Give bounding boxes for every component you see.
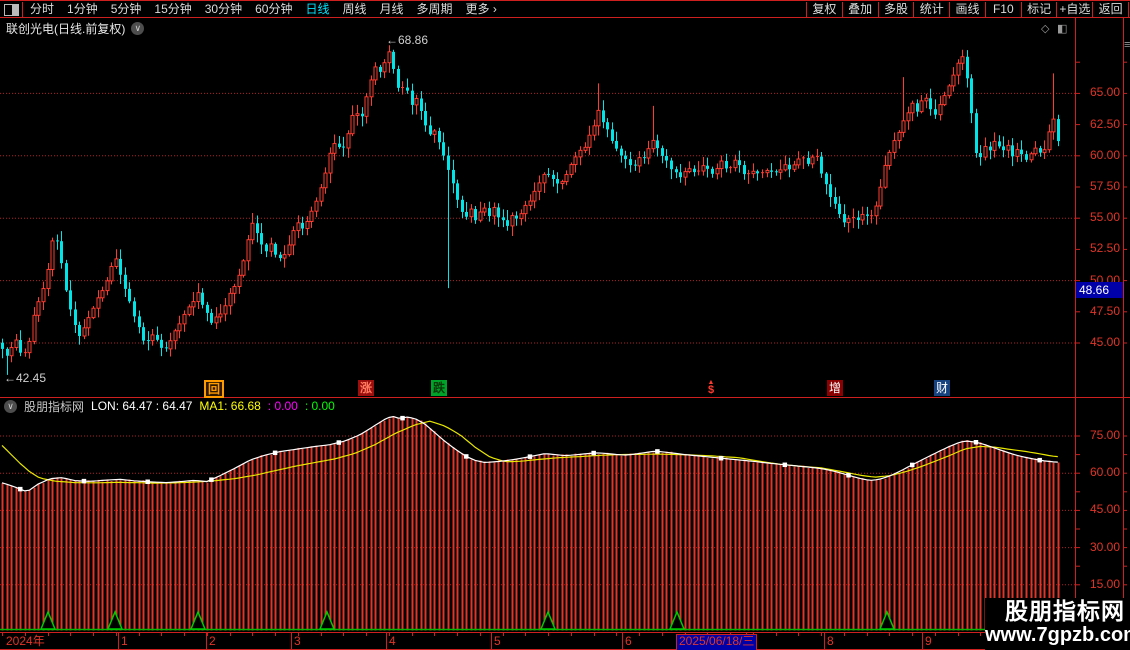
low-annotation: ←42.45 xyxy=(4,371,47,385)
chart-marker-回[interactable]: 回 xyxy=(204,380,224,398)
watermark-line1: 股朋指标网 xyxy=(1005,598,1125,624)
period-tab-60分钟[interactable]: 60分钟 xyxy=(255,2,292,17)
high-annotation: ←68.86 xyxy=(386,33,429,47)
month-divider xyxy=(386,632,387,649)
price-label: 57.50 xyxy=(1089,179,1120,193)
price-label: 65.00 xyxy=(1089,85,1120,100)
selected-date-box: 2025/06/18/三 xyxy=(676,634,758,650)
chart-marker-跌[interactable]: 跌 xyxy=(431,380,447,396)
action-button-返回[interactable]: 返回 xyxy=(1092,2,1130,17)
diamond-icon[interactable]: ◇ xyxy=(1041,24,1049,35)
action-button-多股[interactable]: 多股 xyxy=(877,2,914,17)
toolbar-divider xyxy=(22,2,23,17)
action-button-F10[interactable]: F10 xyxy=(984,2,1021,17)
right-strip-border xyxy=(1123,17,1124,650)
price-label: 52.50 xyxy=(1089,241,1120,256)
action-buttons: 复权 叠加 多股 统计 画线 F10 标记 +自选 返回 xyxy=(806,2,1130,17)
month-divider xyxy=(291,632,292,649)
period-tab-15分钟[interactable]: 15分钟 xyxy=(154,2,191,17)
date-label: 2024年 xyxy=(6,634,45,648)
price-label: 55.00 xyxy=(1089,210,1120,225)
indicator-label: 30.00 xyxy=(1089,539,1120,554)
last-price-tag: 48.66 xyxy=(1076,282,1123,298)
period-tab-分时[interactable]: 分时 xyxy=(30,2,54,17)
page-title: 联创光电(日线.前复权) xyxy=(6,21,126,36)
period-tab-月线[interactable]: 月线 xyxy=(380,2,404,17)
indicator-value: : 0.00 xyxy=(304,399,335,413)
chart-marker-$[interactable]: ▲ $ xyxy=(703,379,719,396)
date-label: 8 xyxy=(827,634,834,648)
period-tab-1分钟[interactable]: 1分钟 xyxy=(67,2,98,17)
indicator-header: ∨ 股朋指标网 LON: 64.47 : 64.47 MA1: 66.68 : 0.0… xyxy=(4,399,335,414)
action-button-复权[interactable]: 复权 xyxy=(806,2,842,17)
price-label: 62.50 xyxy=(1089,116,1120,131)
indicator-value: 股朋指标网 xyxy=(24,399,85,414)
indicator-label: 60.00 xyxy=(1089,465,1120,480)
period-tab-5分钟[interactable]: 5分钟 xyxy=(111,2,142,17)
date-axis-top-border xyxy=(0,632,1130,633)
date-label: 9 xyxy=(925,634,932,648)
action-button-统计[interactable]: 统计 xyxy=(913,2,949,17)
period-tab-更多 ›[interactable]: 更多 › xyxy=(466,2,497,17)
chart-marker-涨[interactable]: 涨 xyxy=(358,380,374,396)
month-divider xyxy=(922,632,923,649)
action-button-+自选[interactable]: +自选 xyxy=(1056,2,1092,17)
date-label: 3 xyxy=(294,634,301,648)
chart-marker-财[interactable]: 财 xyxy=(934,380,950,396)
app-window: 分时 1分钟 5分钟 15分钟 30分钟 60分钟 日线 周线 月线 多周期 更多 › 复权 叠加 多股… xyxy=(0,0,1130,650)
price-label: 45.00 xyxy=(1089,335,1120,349)
axis-border xyxy=(1075,17,1076,650)
window-split-icon[interactable] xyxy=(4,4,19,16)
month-divider xyxy=(206,632,207,649)
date-label: 6 xyxy=(625,634,632,648)
indicator-label: 75.00 xyxy=(1089,428,1120,442)
indicator-value: LON: 64.47 : 64.47 xyxy=(91,399,193,413)
period-tab-周线[interactable]: 周线 xyxy=(342,2,366,17)
date-label: 1 xyxy=(121,634,128,648)
period-tab-日线[interactable]: 日线 xyxy=(305,2,329,17)
panel-separator xyxy=(0,397,1130,398)
chart-marker-增[interactable]: 增 xyxy=(827,380,843,396)
menu-icon[interactable]: ≡ xyxy=(1124,40,1130,51)
month-divider xyxy=(824,632,825,649)
chart-canvas[interactable] xyxy=(0,0,1130,650)
watermark: 股朋指标网 www.7gpzb.com xyxy=(985,598,1130,650)
indicator-label: 45.00 xyxy=(1089,502,1120,517)
chevron-down-icon[interactable]: ∨ xyxy=(4,399,17,413)
month-divider xyxy=(622,632,623,649)
toolbar-bottom-border xyxy=(0,17,1130,18)
date-label: 5 xyxy=(494,634,501,648)
chevron-down-icon[interactable]: ∨ xyxy=(131,21,145,35)
month-divider xyxy=(118,632,119,649)
indicator-label: 15.00 xyxy=(1089,576,1120,591)
indicator-value: MA1: 66.68 xyxy=(199,399,261,413)
indicator-value: : 0.00 xyxy=(267,399,298,413)
price-label: 60.00 xyxy=(1089,147,1120,162)
chart-title-row: 联创光电(日线.前复权) ∨ xyxy=(6,21,145,36)
action-button-标记[interactable]: 标记 xyxy=(1020,2,1057,17)
date-label: 4 xyxy=(389,634,396,648)
price-label: 47.50 xyxy=(1089,303,1120,318)
panel-toggle-icon[interactable]: ◧ xyxy=(1057,24,1067,35)
action-button-叠加[interactable]: 叠加 xyxy=(841,2,878,17)
period-tab-30分钟[interactable]: 30分钟 xyxy=(205,2,242,17)
period-tab-多周期[interactable]: 多周期 xyxy=(417,2,453,17)
month-divider xyxy=(491,632,492,649)
watermark-line2: www.7gpzb.com xyxy=(985,624,1130,646)
action-button-画线[interactable]: 画线 xyxy=(949,2,985,17)
top-toolbar: 分时 1分钟 5分钟 15分钟 30分钟 60分钟 日线 周线 月线 多周期 更多 › 复权 叠加 多股… xyxy=(0,0,1130,17)
date-label: 2 xyxy=(209,634,216,648)
period-tabs: 分时 1分钟 5分钟 15分钟 30分钟 60分钟 日线 周线 月线 多周期 更多 › xyxy=(30,2,497,17)
